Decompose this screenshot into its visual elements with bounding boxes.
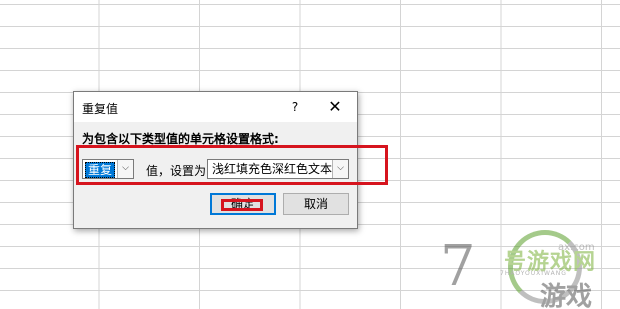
chevron-down-icon[interactable]: ⌵ — [332, 160, 348, 178]
chevron-down-icon[interactable]: ⌵ — [117, 160, 133, 178]
value-type-selected: 重复 — [85, 162, 116, 178]
watermark-glyph: 7 — [440, 234, 476, 299]
site-watermark: 7 号游戏网 ax.com 7HAOYOUXIWANG 游戏 — [440, 228, 612, 309]
dialog-titlebar: 重复值 ? ✕ — [74, 92, 357, 122]
watermark-domain: ax.com — [558, 242, 595, 253]
value-type-select[interactable]: 重复 ⌵ — [82, 159, 134, 179]
watermark-tag: 游戏 — [540, 282, 593, 309]
ok-button[interactable]: 确定 — [210, 193, 276, 215]
dialog-title: 重复值 — [82, 102, 119, 116]
close-button[interactable]: ✕ — [320, 95, 350, 119]
format-selected: 浅红填充色深红色文本 — [212, 162, 333, 176]
cancel-button[interactable]: 取消 — [283, 193, 349, 215]
set-to-label: 值，设置为 — [146, 164, 207, 178]
dialog-prompt: 为包含以下类型值的单元格设置格式: — [82, 132, 279, 146]
duplicate-values-dialog: 重复值 ? ✕ 为包含以下类型值的单元格设置格式: 重复 ⌵ 值，设置为 浅红填… — [73, 91, 358, 229]
help-button[interactable]: ? — [282, 95, 308, 119]
format-select[interactable]: 浅红填充色深红色文本 ⌵ — [207, 159, 349, 179]
